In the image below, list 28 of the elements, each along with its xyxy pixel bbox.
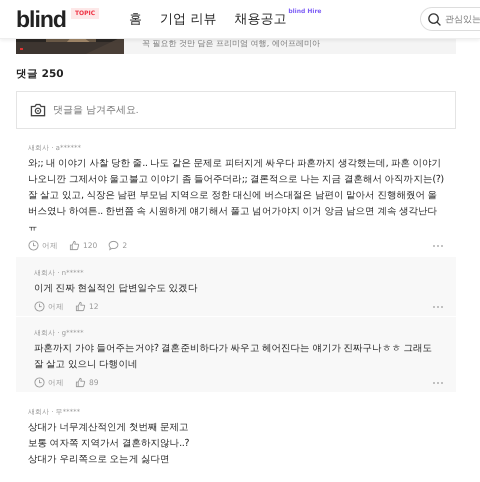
more-icon[interactable] bbox=[432, 380, 444, 384]
ad-banner[interactable]: 꼭 필요한 것만 담은 프리미엄 여행, 에어프레미아 bbox=[16, 38, 456, 54]
comment-count: 댓글 250 bbox=[16, 67, 65, 81]
ad-text: 꼭 필요한 것만 담은 프리미엄 여행, 에어프레미아 bbox=[142, 38, 320, 48]
hire-tag: blind Hire bbox=[288, 8, 322, 28]
comment-text: 상대가 우리쪽으로 오는게 싫다면 bbox=[28, 453, 171, 467]
speech-bubble-icon bbox=[108, 240, 120, 251]
thumbs-up-icon bbox=[69, 240, 80, 251]
clock-icon bbox=[28, 240, 39, 251]
comment-text: 보통 여자쪽 지역가서 결혼하지않나..? bbox=[28, 437, 190, 451]
thumbs-up-icon bbox=[75, 301, 86, 312]
comment-text: 이게 진짜 현실적인 답변일수도 있겠다 bbox=[34, 282, 198, 296]
comment-text: 와;; 내 이야기 사찰 당한 줄.. 나도 같은 문제로 피터지게 싸우다 파혼까지 생각했는데, 파혼 이야기나오니깐 그제서야 울고불고 이야기 좀 들어주더라;; 결론적으로 나는 지금 결혼해서 아직까지는(?) 잘 살고 있고, 식장은 남편 부모님 지역으로 정한 대신에 버스대절은 남편이 맡아서 진행해줬어 올버스였나 하여튼.. 한번쯤 속 시원하게 얘기해서 풀고 넘어가야지 이거 앙금 남으면 계속 생각난다ㅠ bbox=[28, 157, 444, 235]
nav-link[interactable]: 채용공고$^{blind Hire}$ bbox=[234, 10, 322, 28]
thumbs-up-icon bbox=[75, 377, 86, 388]
logo[interactable]: blind bbox=[16, 6, 66, 32]
comment-text: 상대가 너무계산적인게 첫번째 문제고 bbox=[28, 421, 190, 435]
more-icon[interactable] bbox=[432, 304, 444, 308]
nav-link[interactable]: 홈 bbox=[129, 10, 142, 28]
comment-text: 파혼까지 가야 들어주는거야? 결혼준비하다가 싸우고 헤어진다는 얘기가 진짜구나ㅎㅎ 그래도 잘 살고 있으니 다행이네 bbox=[34, 342, 434, 372]
comment-input-field[interactable]: 댓글을 남겨주세요. bbox=[16, 91, 456, 129]
clock-icon bbox=[34, 377, 45, 388]
nav-link[interactable]: 기업 리뷰 bbox=[160, 10, 216, 28]
clock-icon bbox=[34, 301, 45, 312]
search-field[interactable]: 관심있는 bbox=[420, 7, 480, 31]
search-icon bbox=[427, 12, 442, 27]
more-icon[interactable] bbox=[432, 244, 444, 248]
camera-icon bbox=[30, 103, 46, 117]
